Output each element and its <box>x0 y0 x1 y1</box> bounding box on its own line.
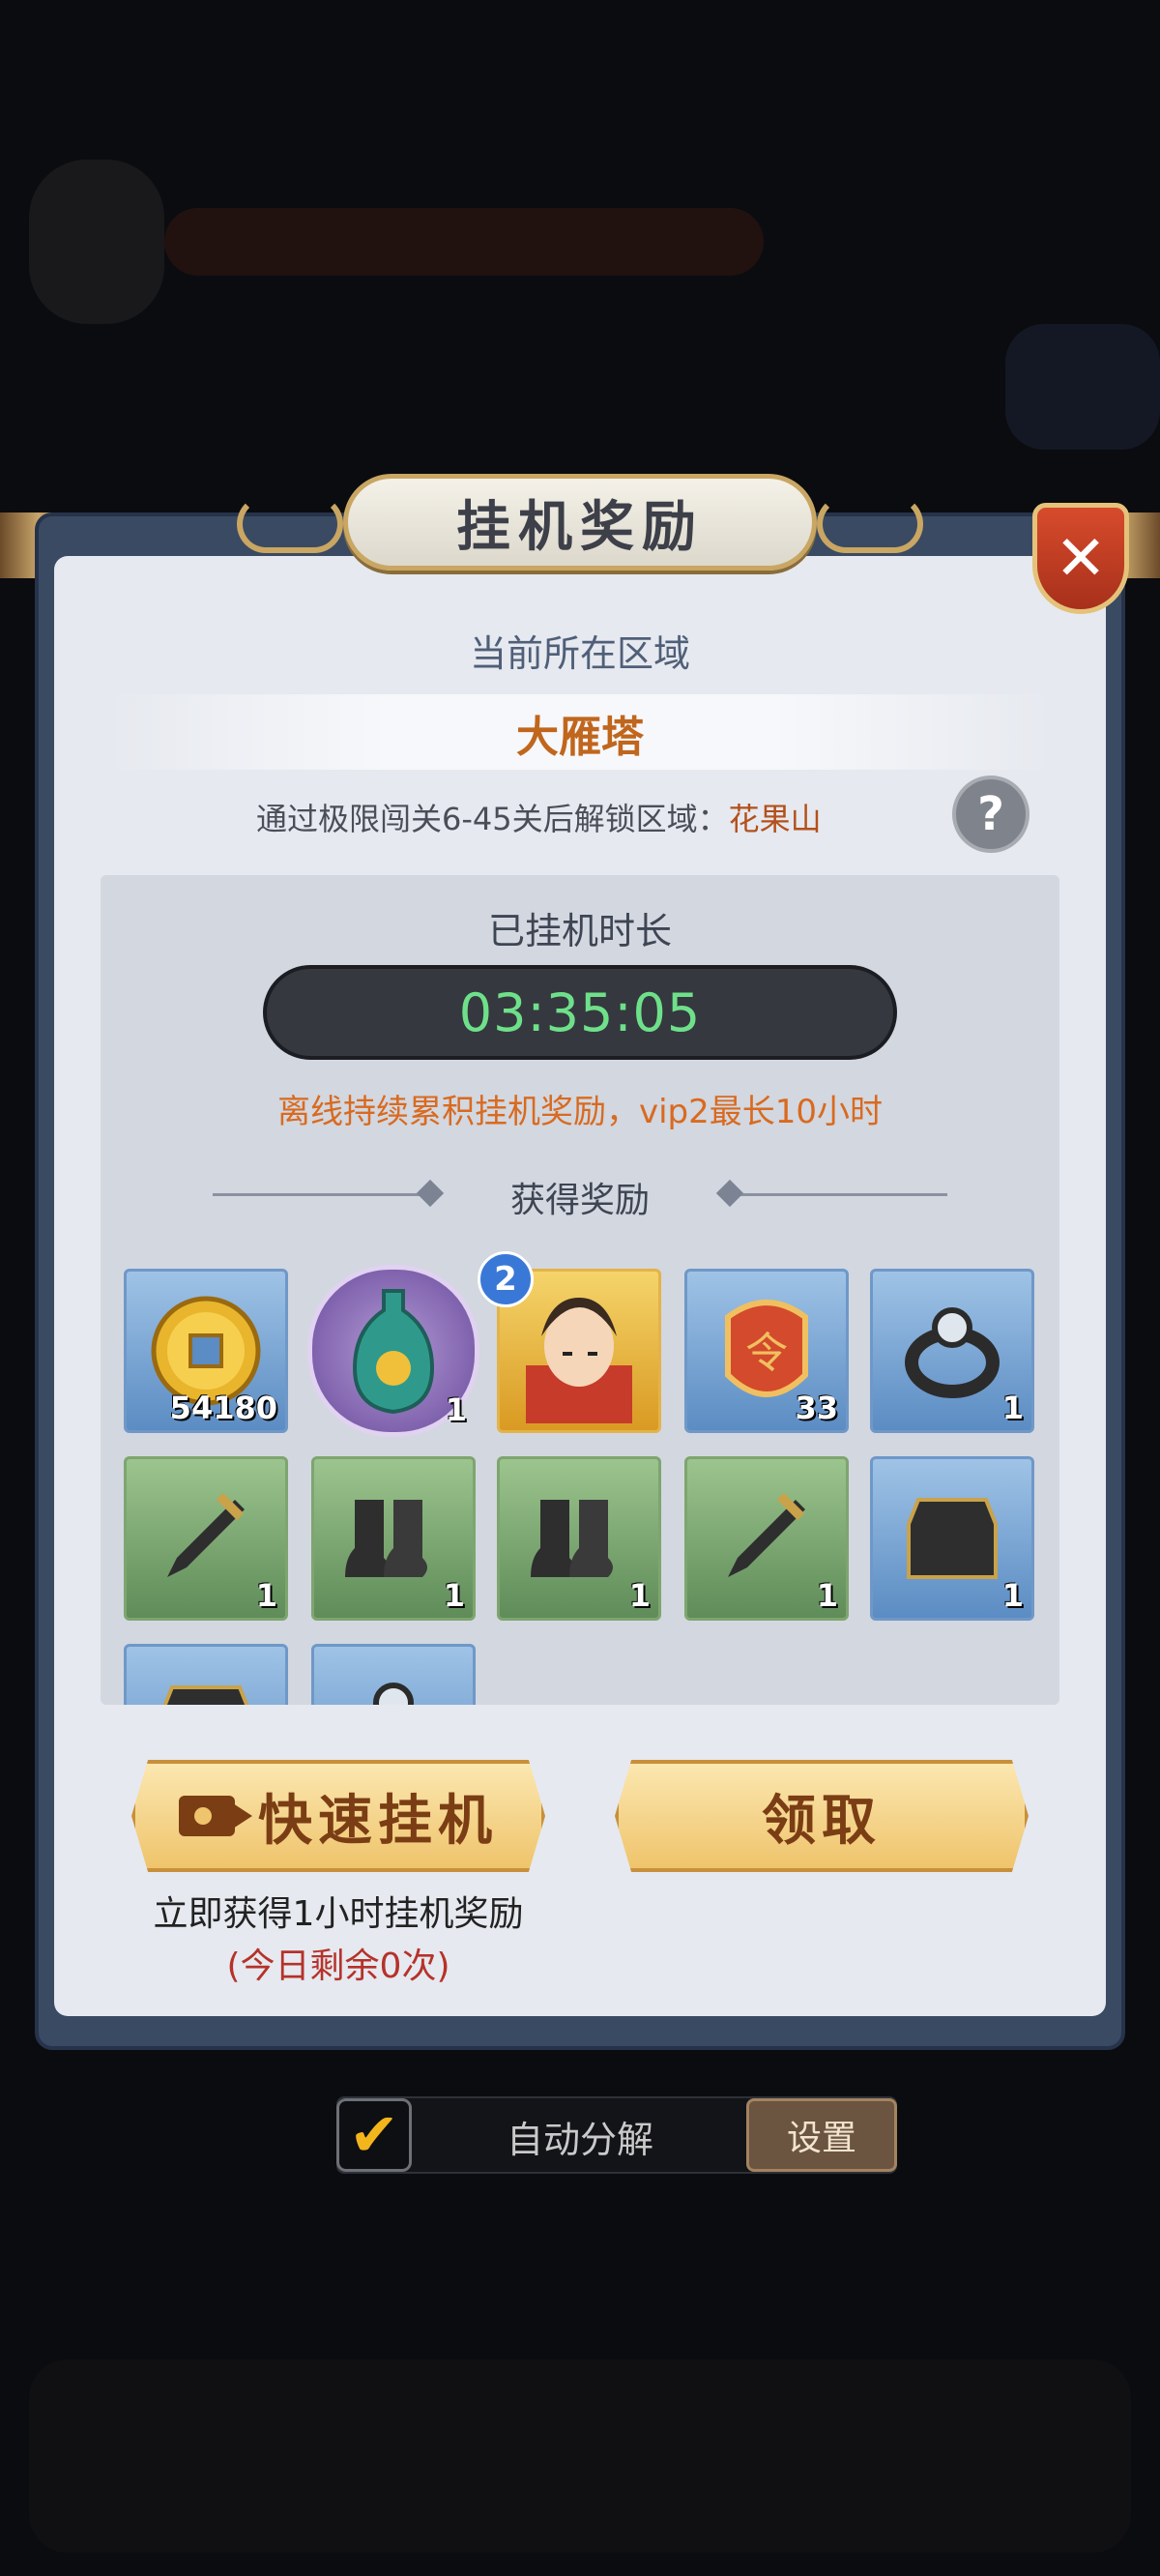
region-label: 当前所在区域 <box>469 632 690 675</box>
scroll-ornament-right <box>817 495 923 553</box>
reward-qty: 54180 <box>169 1390 277 1426</box>
claim-label: 领取 <box>762 1788 882 1853</box>
scroll-ornament-left <box>237 495 343 553</box>
quick-afk-label: 快速挂机 <box>258 1788 498 1853</box>
reward-qty: 1 <box>1001 1390 1024 1426</box>
rewards-header: 获得奖励 <box>509 1181 650 1220</box>
reward-slot-boots[interactable]: 1 <box>311 1456 476 1621</box>
reward-slot-armor[interactable] <box>124 1644 288 1705</box>
checkmark-icon: ✔ <box>349 2099 399 2170</box>
reward-qty: 1 <box>255 1577 277 1614</box>
reward-qty: 1 <box>816 1577 838 1614</box>
reward-slot-boots[interactable]: 1 <box>497 1456 661 1621</box>
auto-decompose-label: 自动分解 <box>506 2119 653 2161</box>
armor-icon <box>127 1647 285 1705</box>
unlock-text: 通过极限闯关6-45关后解锁区域： <box>256 801 729 837</box>
hero-count-badge: 2 <box>478 1251 534 1307</box>
svg-text:令: 令 <box>745 1329 788 1378</box>
offline-note: 离线持续累积挂机奖励，vip2最长10小时 <box>276 1093 884 1131</box>
rewards-overflow-row <box>101 1634 1059 1705</box>
afk-duration-label: 已挂机时长 <box>487 910 672 952</box>
reward-slot-ring[interactable] <box>311 1644 476 1705</box>
reward-slot-coin[interactable]: 54180 <box>124 1269 288 1433</box>
unlock-hint: 通过极限闯关6-45关后解锁区域：花果山 <box>256 795 822 839</box>
video-icon <box>179 1796 252 1836</box>
reward-slot-ring[interactable]: 1 <box>870 1269 1034 1433</box>
title-plaque: 挂机奖励 <box>343 474 817 571</box>
reward-qty: 1 <box>445 1391 467 1428</box>
reward-slot-sword[interactable]: 1 <box>124 1456 288 1621</box>
settings-button[interactable]: 设置 <box>746 2098 897 2172</box>
reward-slot-vase[interactable]: 1 <box>307 1265 479 1437</box>
reward-qty: 1 <box>628 1577 651 1614</box>
unlock-region: 花果山 <box>728 801 822 837</box>
reward-qty: 1 <box>443 1577 465 1614</box>
region-name: 大雁塔 <box>516 713 644 762</box>
question-icon: ? <box>977 787 1004 841</box>
close-button[interactable]: ✕ <box>1032 503 1129 614</box>
help-button[interactable]: ? <box>952 776 1030 853</box>
auto-decompose-checkbox[interactable]: ✔ <box>336 2098 412 2172</box>
dialog-title: 挂机奖励 <box>456 494 704 559</box>
reward-slot-armor[interactable]: 1 <box>870 1456 1034 1621</box>
close-icon: ✕ <box>1055 522 1107 595</box>
reward-slot-sword[interactable]: 1 <box>684 1456 849 1621</box>
background-banner <box>164 208 764 276</box>
claim-button[interactable]: 领取 <box>615 1760 1029 1872</box>
background-button <box>1005 324 1160 450</box>
quick-afk-button[interactable]: 快速挂机 <box>131 1760 545 1872</box>
ring-icon <box>314 1647 473 1705</box>
reward-qty: 33 <box>795 1390 838 1426</box>
afk-timer-value: 03:35:05 <box>458 981 702 1043</box>
reward-qty: 1 <box>1001 1577 1024 1614</box>
quick-afk-description: 立即获得1小时挂机奖励 <box>153 1894 524 1934</box>
quick-afk-remaining: (今日剩余0次) <box>226 1947 450 1986</box>
background-menu <box>29 2359 1131 2553</box>
afk-timer: 03:35:05 <box>263 965 897 1060</box>
background-avatar <box>29 160 164 324</box>
reward-slot-token[interactable]: 令 33 <box>684 1269 849 1433</box>
